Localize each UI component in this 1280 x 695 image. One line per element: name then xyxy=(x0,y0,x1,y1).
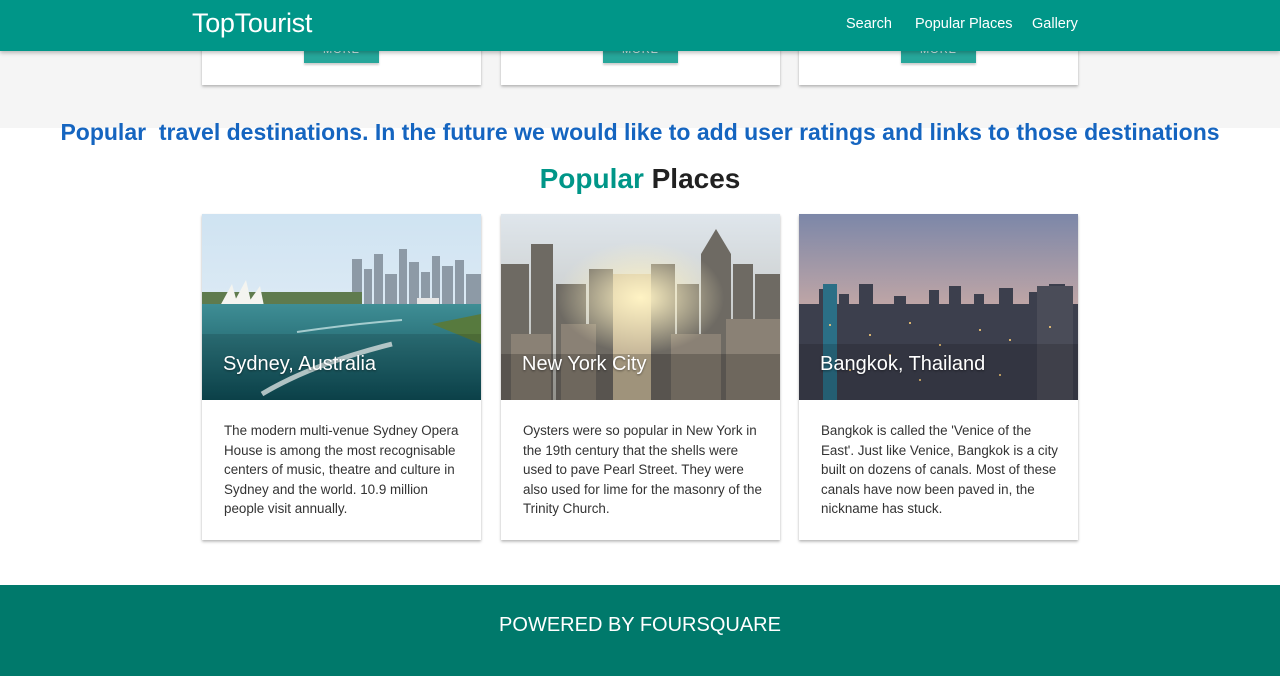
place-card-sydney[interactable]: Sydney, Australia The modern multi-venue… xyxy=(202,214,481,540)
section-title: Popular Places xyxy=(0,163,1280,195)
card-title: Sydney, Australia xyxy=(223,353,377,375)
section-title-rest: Places xyxy=(643,163,741,194)
banner-heading: Popular travel destinations. In the futu… xyxy=(60,119,1220,145)
bangkok-image: Bangkok, Thailand xyxy=(799,214,1078,400)
brand-logo[interactable]: TopTourist xyxy=(192,8,312,39)
footer: POWERED BY FOURSQUARE xyxy=(0,585,1280,676)
card-title: Bangkok, Thailand xyxy=(820,353,986,375)
card-title: New York City xyxy=(522,353,647,375)
place-card-new-york[interactable]: New York City Oysters were so popular in… xyxy=(501,214,780,540)
nav-link-gallery[interactable]: Gallery xyxy=(1032,16,1078,32)
place-card-bangkok[interactable]: Bangkok, Thailand Bangkok is called the … xyxy=(799,214,1078,540)
navbar: TopTourist Search Popular Places Gallery xyxy=(0,0,1280,51)
section-title-accent: Popular xyxy=(539,163,644,194)
card-description: Bangkok is called the 'Venice of the Eas… xyxy=(821,423,1059,516)
footer-powered-by: POWERED BY FOURSQUARE xyxy=(499,614,781,636)
sydney-image: Sydney, Australia xyxy=(202,214,481,400)
nav-link-popular-places[interactable]: Popular Places xyxy=(915,16,1013,32)
new-york-image: New York City xyxy=(501,214,780,400)
card-description: The modern multi-venue Sydney Opera Hous… xyxy=(224,423,459,516)
nav-link-search[interactable]: Search xyxy=(846,16,892,32)
card-description: Oysters were so popular in New York in t… xyxy=(523,423,762,516)
